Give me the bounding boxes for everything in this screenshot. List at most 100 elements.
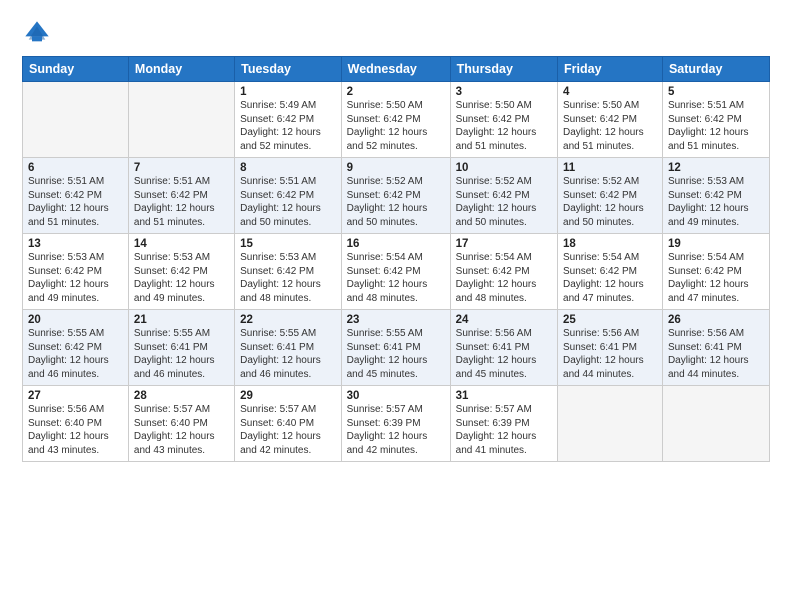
- day-number: 19: [668, 238, 764, 250]
- calendar-cell: 25Sunrise: 5:56 AMSunset: 6:41 PMDayligh…: [558, 310, 663, 386]
- calendar-cell: 1Sunrise: 5:49 AMSunset: 6:42 PMDaylight…: [235, 82, 342, 158]
- day-number: 24: [456, 314, 552, 326]
- day-info: Sunrise: 5:51 AMSunset: 6:42 PMDaylight:…: [28, 175, 123, 229]
- calendar-cell: 15Sunrise: 5:53 AMSunset: 6:42 PMDayligh…: [235, 234, 342, 310]
- day-info: Sunrise: 5:51 AMSunset: 6:42 PMDaylight:…: [668, 99, 764, 153]
- calendar-cell: 16Sunrise: 5:54 AMSunset: 6:42 PMDayligh…: [341, 234, 450, 310]
- day-info: Sunrise: 5:56 AMSunset: 6:41 PMDaylight:…: [563, 327, 657, 381]
- day-number: 8: [240, 162, 336, 174]
- day-info: Sunrise: 5:54 AMSunset: 6:42 PMDaylight:…: [456, 251, 552, 305]
- day-number: 22: [240, 314, 336, 326]
- calendar-cell: [558, 386, 663, 462]
- day-number: 9: [347, 162, 445, 174]
- calendar-cell: 4Sunrise: 5:50 AMSunset: 6:42 PMDaylight…: [558, 82, 663, 158]
- logo: [22, 18, 56, 48]
- calendar-cell: 17Sunrise: 5:54 AMSunset: 6:42 PMDayligh…: [450, 234, 557, 310]
- day-number: 12: [668, 162, 764, 174]
- day-number: 15: [240, 238, 336, 250]
- calendar-cell: 31Sunrise: 5:57 AMSunset: 6:39 PMDayligh…: [450, 386, 557, 462]
- calendar-cell: 12Sunrise: 5:53 AMSunset: 6:42 PMDayligh…: [662, 158, 769, 234]
- day-number: 4: [563, 86, 657, 98]
- calendar-cell: 27Sunrise: 5:56 AMSunset: 6:40 PMDayligh…: [23, 386, 129, 462]
- day-number: 30: [347, 390, 445, 402]
- day-info: Sunrise: 5:52 AMSunset: 6:42 PMDaylight:…: [456, 175, 552, 229]
- calendar-cell: 13Sunrise: 5:53 AMSunset: 6:42 PMDayligh…: [23, 234, 129, 310]
- calendar-cell: 29Sunrise: 5:57 AMSunset: 6:40 PMDayligh…: [235, 386, 342, 462]
- calendar-cell: 10Sunrise: 5:52 AMSunset: 6:42 PMDayligh…: [450, 158, 557, 234]
- day-info: Sunrise: 5:50 AMSunset: 6:42 PMDaylight:…: [456, 99, 552, 153]
- header: [22, 18, 770, 48]
- calendar-cell: 6Sunrise: 5:51 AMSunset: 6:42 PMDaylight…: [23, 158, 129, 234]
- calendar-cell: 5Sunrise: 5:51 AMSunset: 6:42 PMDaylight…: [662, 82, 769, 158]
- calendar-cell: 21Sunrise: 5:55 AMSunset: 6:41 PMDayligh…: [128, 310, 234, 386]
- day-number: 27: [28, 390, 123, 402]
- day-number: 25: [563, 314, 657, 326]
- day-number: 3: [456, 86, 552, 98]
- weekday-header-monday: Monday: [128, 57, 234, 82]
- day-info: Sunrise: 5:53 AMSunset: 6:42 PMDaylight:…: [28, 251, 123, 305]
- page: SundayMondayTuesdayWednesdayThursdayFrid…: [0, 0, 792, 612]
- weekday-header-friday: Friday: [558, 57, 663, 82]
- weekday-header-wednesday: Wednesday: [341, 57, 450, 82]
- day-number: 23: [347, 314, 445, 326]
- day-info: Sunrise: 5:55 AMSunset: 6:42 PMDaylight:…: [28, 327, 123, 381]
- day-info: Sunrise: 5:53 AMSunset: 6:42 PMDaylight:…: [240, 251, 336, 305]
- day-info: Sunrise: 5:49 AMSunset: 6:42 PMDaylight:…: [240, 99, 336, 153]
- day-number: 16: [347, 238, 445, 250]
- week-row-1: 1Sunrise: 5:49 AMSunset: 6:42 PMDaylight…: [23, 82, 770, 158]
- day-info: Sunrise: 5:53 AMSunset: 6:42 PMDaylight:…: [134, 251, 229, 305]
- day-info: Sunrise: 5:57 AMSunset: 6:39 PMDaylight:…: [456, 403, 552, 457]
- week-row-2: 6Sunrise: 5:51 AMSunset: 6:42 PMDaylight…: [23, 158, 770, 234]
- day-info: Sunrise: 5:56 AMSunset: 6:41 PMDaylight:…: [668, 327, 764, 381]
- day-number: 6: [28, 162, 123, 174]
- day-number: 10: [456, 162, 552, 174]
- day-info: Sunrise: 5:50 AMSunset: 6:42 PMDaylight:…: [563, 99, 657, 153]
- calendar-cell: 30Sunrise: 5:57 AMSunset: 6:39 PMDayligh…: [341, 386, 450, 462]
- calendar-cell: 23Sunrise: 5:55 AMSunset: 6:41 PMDayligh…: [341, 310, 450, 386]
- weekday-header-sunday: Sunday: [23, 57, 129, 82]
- day-info: Sunrise: 5:54 AMSunset: 6:42 PMDaylight:…: [668, 251, 764, 305]
- day-info: Sunrise: 5:55 AMSunset: 6:41 PMDaylight:…: [347, 327, 445, 381]
- day-number: 14: [134, 238, 229, 250]
- calendar-cell: 14Sunrise: 5:53 AMSunset: 6:42 PMDayligh…: [128, 234, 234, 310]
- calendar: SundayMondayTuesdayWednesdayThursdayFrid…: [22, 56, 770, 462]
- calendar-cell: 7Sunrise: 5:51 AMSunset: 6:42 PMDaylight…: [128, 158, 234, 234]
- week-row-5: 27Sunrise: 5:56 AMSunset: 6:40 PMDayligh…: [23, 386, 770, 462]
- calendar-cell: 9Sunrise: 5:52 AMSunset: 6:42 PMDaylight…: [341, 158, 450, 234]
- day-number: 11: [563, 162, 657, 174]
- calendar-cell: 2Sunrise: 5:50 AMSunset: 6:42 PMDaylight…: [341, 82, 450, 158]
- calendar-cell: 28Sunrise: 5:57 AMSunset: 6:40 PMDayligh…: [128, 386, 234, 462]
- day-info: Sunrise: 5:51 AMSunset: 6:42 PMDaylight:…: [134, 175, 229, 229]
- logo-icon: [22, 18, 52, 48]
- calendar-cell: [128, 82, 234, 158]
- day-info: Sunrise: 5:52 AMSunset: 6:42 PMDaylight:…: [347, 175, 445, 229]
- day-info: Sunrise: 5:54 AMSunset: 6:42 PMDaylight:…: [563, 251, 657, 305]
- day-info: Sunrise: 5:57 AMSunset: 6:40 PMDaylight:…: [134, 403, 229, 457]
- calendar-cell: 20Sunrise: 5:55 AMSunset: 6:42 PMDayligh…: [23, 310, 129, 386]
- day-number: 21: [134, 314, 229, 326]
- calendar-cell: 24Sunrise: 5:56 AMSunset: 6:41 PMDayligh…: [450, 310, 557, 386]
- day-number: 2: [347, 86, 445, 98]
- day-number: 18: [563, 238, 657, 250]
- weekday-header-thursday: Thursday: [450, 57, 557, 82]
- calendar-cell: 3Sunrise: 5:50 AMSunset: 6:42 PMDaylight…: [450, 82, 557, 158]
- day-info: Sunrise: 5:57 AMSunset: 6:40 PMDaylight:…: [240, 403, 336, 457]
- calendar-cell: 19Sunrise: 5:54 AMSunset: 6:42 PMDayligh…: [662, 234, 769, 310]
- day-number: 29: [240, 390, 336, 402]
- day-info: Sunrise: 5:52 AMSunset: 6:42 PMDaylight:…: [563, 175, 657, 229]
- weekday-header-saturday: Saturday: [662, 57, 769, 82]
- day-info: Sunrise: 5:54 AMSunset: 6:42 PMDaylight:…: [347, 251, 445, 305]
- day-number: 20: [28, 314, 123, 326]
- calendar-cell: [662, 386, 769, 462]
- day-info: Sunrise: 5:57 AMSunset: 6:39 PMDaylight:…: [347, 403, 445, 457]
- day-number: 5: [668, 86, 764, 98]
- calendar-cell: [23, 82, 129, 158]
- calendar-cell: 8Sunrise: 5:51 AMSunset: 6:42 PMDaylight…: [235, 158, 342, 234]
- day-info: Sunrise: 5:55 AMSunset: 6:41 PMDaylight:…: [240, 327, 336, 381]
- day-info: Sunrise: 5:56 AMSunset: 6:40 PMDaylight:…: [28, 403, 123, 457]
- weekday-header-row: SundayMondayTuesdayWednesdayThursdayFrid…: [23, 57, 770, 82]
- week-row-4: 20Sunrise: 5:55 AMSunset: 6:42 PMDayligh…: [23, 310, 770, 386]
- day-info: Sunrise: 5:55 AMSunset: 6:41 PMDaylight:…: [134, 327, 229, 381]
- day-number: 26: [668, 314, 764, 326]
- calendar-cell: 11Sunrise: 5:52 AMSunset: 6:42 PMDayligh…: [558, 158, 663, 234]
